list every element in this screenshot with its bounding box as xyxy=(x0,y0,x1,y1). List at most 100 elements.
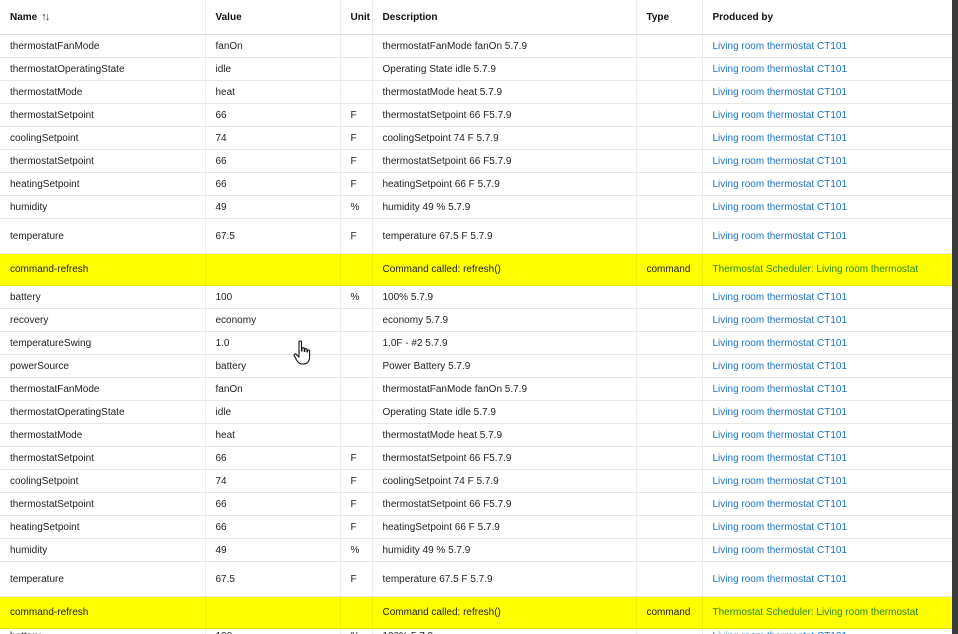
cell-unit: F xyxy=(340,172,373,196)
cell-unit xyxy=(340,354,373,378)
cell-unit: F xyxy=(340,103,373,127)
cell-value: heat xyxy=(205,80,341,104)
column-header-unit[interactable]: Unit xyxy=(340,0,373,35)
cell-type xyxy=(636,354,703,378)
table-row[interactable]: heatingSetpoint 66 FheatingSetpoint 66 F 5… xyxy=(0,515,953,539)
table-row[interactable]: temperature 67.5 Ftemperature 67.5 F 5.7.9… xyxy=(0,218,953,254)
table-row[interactable]: thermostatOperatingState idle Operating St… xyxy=(0,400,953,424)
cell-name: humidity xyxy=(0,538,206,562)
cell-type xyxy=(636,561,703,597)
produced-by-link[interactable]: Living room thermostat CT101 xyxy=(702,469,953,493)
produced-by-link[interactable]: Living room thermostat CT101 xyxy=(702,561,953,597)
cell-unit xyxy=(340,400,373,424)
cell-type xyxy=(636,195,703,219)
produced-by-link[interactable]: Living room thermostat CT101 xyxy=(702,377,953,401)
table-row[interactable]: temperatureSwing 1.0 1.0F - #2 5.7.9 Living… xyxy=(0,331,953,355)
cell-type: command xyxy=(636,253,703,286)
produced-by-link[interactable]: Living room thermostat CT101 xyxy=(702,331,953,355)
produced-by-link[interactable]: Living room thermostat CT101 xyxy=(702,628,953,634)
table-row[interactable]: humidity 49% humidity 49 % 5.7.9 Living roo… xyxy=(0,195,953,219)
produced-by-link[interactable]: Living room thermostat CT101 xyxy=(702,195,953,219)
cell-type: command xyxy=(636,596,703,629)
cell-name: thermostatSetpoint xyxy=(0,103,206,127)
cell-unit xyxy=(340,57,373,81)
cell-description: temperature 67.5 F 5.7.9 xyxy=(372,218,637,254)
produced-by-link[interactable]: Living room thermostat CT101 xyxy=(702,423,953,447)
sort-up-down-icon[interactable]: ↑↓ xyxy=(41,11,50,23)
produced-by-link[interactable]: Living room thermostat CT101 xyxy=(702,515,953,539)
table-row[interactable]: recovery economy economy 5.7.9 Living room … xyxy=(0,308,953,332)
table-row[interactable]: thermostatFanMode fanOn thermostatFanMode … xyxy=(0,34,953,58)
cell-description: Operating State idle 5.7.9 xyxy=(372,57,637,81)
produced-by-link[interactable]: Living room thermostat CT101 xyxy=(702,126,953,150)
cell-description: thermostatSetpoint 66 F5.7.9 xyxy=(372,149,637,173)
cell-type xyxy=(636,80,703,104)
column-header-value[interactable]: Value xyxy=(205,0,341,35)
cell-description: 100% 5.7.9 xyxy=(372,628,637,634)
table-row-highlighted[interactable]: command-refresh Command called: refresh()… xyxy=(0,596,953,629)
produced-by-link[interactable]: Living room thermostat CT101 xyxy=(702,538,953,562)
table-row[interactable]: thermostatMode heat thermostatMode heat 5.… xyxy=(0,423,953,447)
table-row[interactable]: coolingSetpoint 74 FcoolingSetpoint 74 F 5… xyxy=(0,126,953,150)
table-row[interactable]: temperature 67.5 Ftemperature 67.5 F 5.7.9… xyxy=(0,561,953,597)
table-row[interactable]: thermostatSetpoint 66 FthermostatSetpoint … xyxy=(0,492,953,516)
produced-by-link[interactable]: Living room thermostat CT101 xyxy=(702,172,953,196)
cell-name: coolingSetpoint xyxy=(0,469,206,493)
table-row[interactable]: battery100%100% 5.7.9 Living room thermos… xyxy=(0,285,953,309)
produced-by-link[interactable]: Living room thermostat CT101 xyxy=(702,446,953,470)
cell-value: economy xyxy=(205,308,341,332)
cell-type xyxy=(636,400,703,424)
table-row[interactable]: thermostatSetpoint 66 FthermostatSetpoint … xyxy=(0,446,953,470)
table-row[interactable]: humidity 49% humidity 49 % 5.7.9 Living roo… xyxy=(0,538,953,562)
cell-type xyxy=(636,285,703,309)
table-row[interactable]: powerSource battery Power Battery 5.7.9 Liv… xyxy=(0,354,953,378)
cell-type xyxy=(636,218,703,254)
produced-by-link[interactable]: Living room thermostat CT101 xyxy=(702,285,953,309)
cell-value: 49 xyxy=(205,538,341,562)
cell-type xyxy=(636,515,703,539)
cell-description: heatingSetpoint 66 F 5.7.9 xyxy=(372,515,637,539)
produced-by-link[interactable]: Living room thermostat CT101 xyxy=(702,149,953,173)
table-header-row: Name ↑↓ Value Unit Description Type Produ… xyxy=(0,0,953,35)
cell-value: 49 xyxy=(205,195,341,219)
produced-by-link[interactable]: Living room thermostat CT101 xyxy=(702,34,953,58)
produced-by-link[interactable]: Living room thermostat CT101 xyxy=(702,492,953,516)
produced-by-link[interactable]: Living room thermostat CT101 xyxy=(702,80,953,104)
produced-by-link[interactable]: Living room thermostat CT101 xyxy=(702,308,953,332)
column-header-name[interactable]: Name ↑↓ xyxy=(0,0,206,35)
cell-type xyxy=(636,103,703,127)
cell-unit: F xyxy=(340,149,373,173)
cell-unit: F xyxy=(340,492,373,516)
cell-unit: F xyxy=(340,561,373,597)
produced-by-link[interactable]: Thermostat Scheduler: Living room thermo… xyxy=(702,253,953,286)
produced-by-link[interactable]: Living room thermostat CT101 xyxy=(702,354,953,378)
table-row[interactable]: battery100%100% 5.7.9 Living room thermos… xyxy=(0,628,953,634)
column-header-type[interactable]: Type xyxy=(636,0,703,35)
events-page: Name ↑↓ Value Unit Description Type Produ… xyxy=(0,0,958,634)
table-row[interactable]: coolingSetpoint 74 FcoolingSetpoint 74 F 5… xyxy=(0,469,953,493)
table-row[interactable]: thermostatFanMode fanOn thermostatFanMode … xyxy=(0,377,953,401)
table-row[interactable]: thermostatMode heat thermostatMode heat 5.… xyxy=(0,80,953,104)
table-row[interactable]: heatingSetpoint 66 FheatingSetpoint 66 F 5… xyxy=(0,172,953,196)
table-row[interactable]: thermostatSetpoint 66 FthermostatSetpoint … xyxy=(0,103,953,127)
produced-by-link[interactable]: Living room thermostat CT101 xyxy=(702,218,953,254)
produced-by-link[interactable]: Thermostat Scheduler: Living room thermo… xyxy=(702,596,953,629)
cell-name: humidity xyxy=(0,195,206,219)
cell-name: coolingSetpoint xyxy=(0,126,206,150)
table-row[interactable]: thermostatOperatingState idle Operating St… xyxy=(0,57,953,81)
column-header-description[interactable]: Description xyxy=(372,0,637,35)
cell-name: battery xyxy=(0,628,206,634)
table-row[interactable]: thermostatSetpoint 66 FthermostatSetpoint … xyxy=(0,149,953,173)
column-header-produced-by[interactable]: Produced by xyxy=(702,0,953,35)
cell-unit xyxy=(340,34,373,58)
produced-by-link[interactable]: Living room thermostat CT101 xyxy=(702,400,953,424)
cell-value: 66 xyxy=(205,172,341,196)
table-row-highlighted[interactable]: command-refresh Command called: refresh()… xyxy=(0,253,953,286)
cell-unit: F xyxy=(340,515,373,539)
produced-by-link[interactable]: Living room thermostat CT101 xyxy=(702,103,953,127)
column-header-name-label: Name xyxy=(10,12,38,23)
produced-by-link[interactable]: Living room thermostat CT101 xyxy=(702,57,953,81)
cell-name: command-refresh xyxy=(0,253,206,286)
cell-type xyxy=(636,423,703,447)
cell-type xyxy=(636,469,703,493)
